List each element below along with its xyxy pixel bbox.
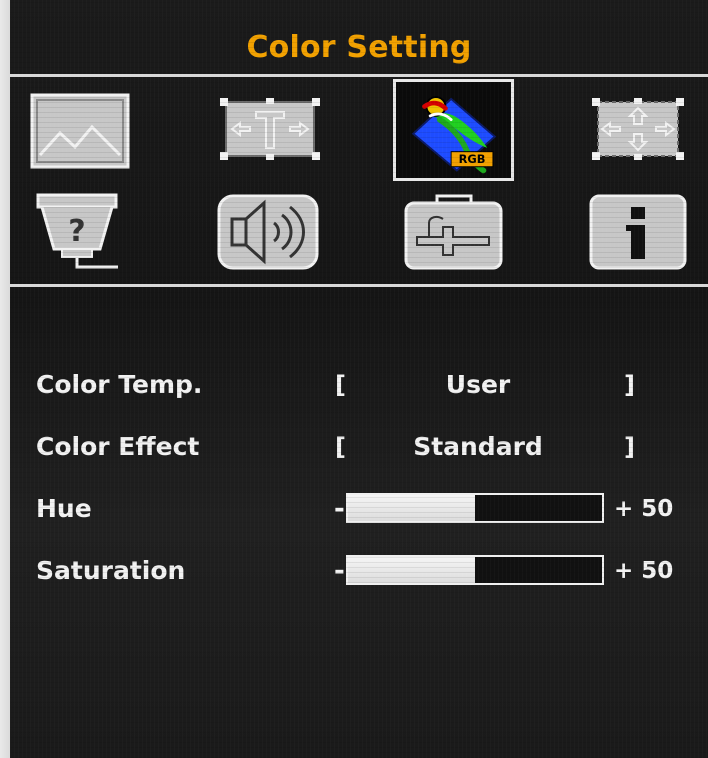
top-divider	[10, 74, 708, 77]
hue-minus: -	[334, 494, 345, 524]
color-temp-label: Color Temp.	[36, 370, 203, 399]
color-effect-value: Standard	[413, 432, 543, 461]
svg-text:?: ?	[68, 214, 85, 249]
info-icon[interactable]	[588, 193, 688, 271]
bottom-divider	[10, 284, 708, 287]
hue-label: Hue	[36, 494, 92, 523]
zoom-icon[interactable]	[590, 96, 686, 162]
osd-menu: Color Setting RGB ? Color Temp. [User]…	[10, 0, 708, 758]
hue-row[interactable]: Hue - + 50	[10, 489, 708, 529]
photo-background: Color Setting RGB ? Color Temp. [User]…	[0, 0, 708, 758]
color-temp-open-bracket: [	[335, 371, 346, 399]
color-effect-label: Color Effect	[36, 432, 200, 461]
color-temp-close-bracket: ]	[624, 371, 635, 399]
saturation-slider[interactable]	[346, 555, 604, 585]
color-effect-close-bracket: ]	[624, 433, 635, 461]
color-temp-value: User	[445, 370, 511, 399]
setup-icon[interactable]	[403, 193, 504, 271]
title-bar: Color Setting	[10, 0, 708, 78]
hue-slider[interactable]	[346, 493, 604, 523]
saturation-slider-fill	[348, 557, 475, 583]
color-effect-open-bracket: [	[335, 433, 346, 461]
position-icon[interactable]	[218, 96, 322, 162]
color-effect-row[interactable]: Color Effect [ Standard ]	[10, 427, 708, 467]
color-rgb-icon[interactable]: RGB	[393, 79, 514, 181]
saturation-minus: -	[334, 556, 345, 586]
saturation-value: + 50	[614, 558, 674, 584]
hue-slider-fill	[348, 495, 475, 521]
picture-icon[interactable]	[30, 93, 130, 169]
saturation-row[interactable]: Saturation - + 50	[10, 551, 708, 591]
saturation-label: Saturation	[36, 556, 186, 585]
rgb-label: RGB	[459, 152, 486, 166]
audio-icon[interactable]	[216, 193, 320, 271]
menu-title: Color Setting	[246, 29, 472, 65]
input-source-icon[interactable]: ?	[32, 189, 122, 271]
hue-value: + 50	[614, 496, 674, 522]
color-temp-row[interactable]: Color Temp. [ User ]	[10, 365, 708, 405]
